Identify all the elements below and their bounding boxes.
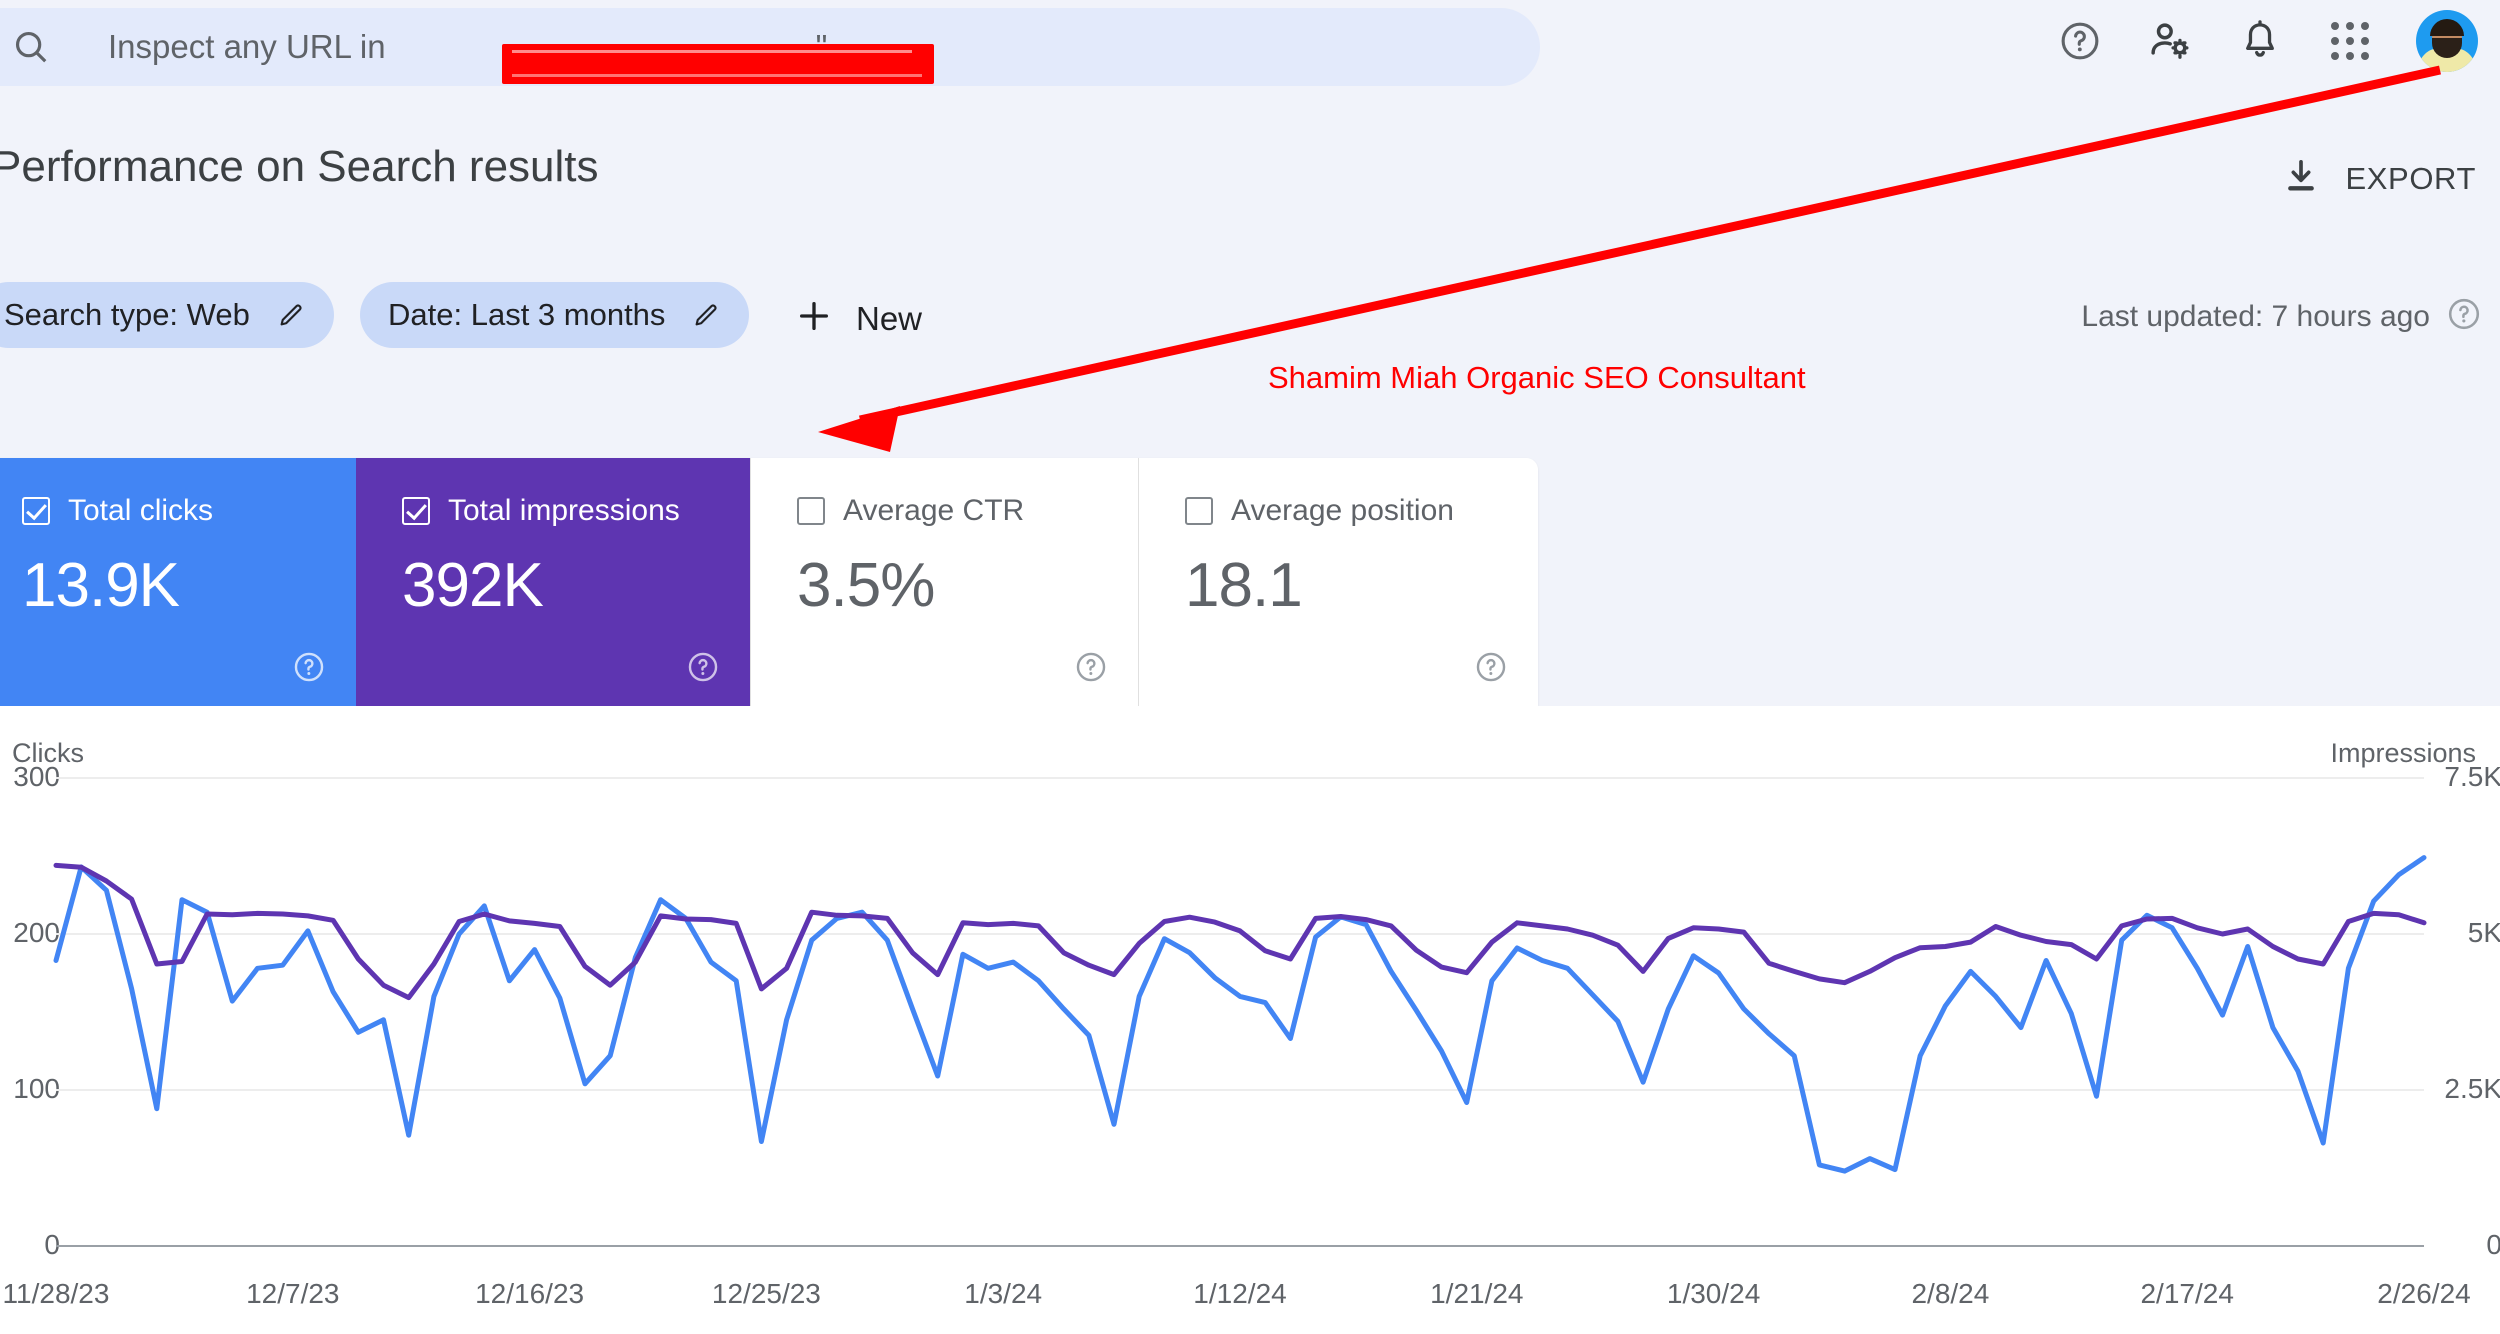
metric-card-total-clicks[interactable]: Total clicks 13.9K: [0, 458, 356, 706]
filter-chip-search-type-label: Search type: Web: [4, 297, 250, 332]
top-app-bar: Inspect any URL in": [0, 0, 2500, 92]
metric-value: 13.9K: [22, 551, 180, 620]
metric-card-header: Total impressions: [402, 494, 750, 528]
download-icon: [2281, 156, 2321, 201]
page-title: Performance on Search results: [0, 142, 599, 191]
metric-card-header: Total clicks: [22, 494, 356, 528]
pencil-icon[interactable]: [691, 300, 721, 330]
checkbox-total-impressions[interactable]: [402, 497, 430, 525]
help-icon[interactable]: [292, 650, 326, 684]
chart-plot-area[interactable]: [0, 706, 2500, 1334]
url-inspection-search-bar[interactable]: Inspect any URL in": [0, 8, 1540, 86]
redacted-url: [502, 44, 934, 84]
metric-value: 3.5%: [797, 551, 935, 620]
add-new-filter-button[interactable]: New: [780, 286, 936, 351]
help-icon[interactable]: [686, 650, 720, 684]
metric-label: Average CTR: [843, 494, 1025, 527]
help-icon[interactable]: [2446, 296, 2482, 337]
metric-label: Average position: [1231, 494, 1454, 527]
metric-label: Total impressions: [448, 494, 680, 527]
metric-card-total-impressions[interactable]: Total impressions 392K: [356, 458, 750, 706]
pencil-icon[interactable]: [276, 300, 306, 330]
search-icon: [12, 28, 50, 66]
search-input[interactable]: Inspect any URL in": [108, 28, 934, 84]
help-icon[interactable]: [1074, 650, 1108, 684]
filter-chip-date-label: Date: Last 3 months: [388, 297, 666, 332]
chart-series-impressions: [53, 862, 2427, 1001]
metric-card-average-ctr[interactable]: Average CTR 3.5%: [750, 458, 1138, 706]
metric-label: Total clicks: [68, 494, 214, 527]
performance-chart-panel: Clicks Impressions 300 200 100 0 7.5K 5K 2.5K…: [0, 706, 2500, 1334]
last-updated: Last updated: 7 hours ago: [2081, 296, 2482, 337]
export-label: EXPORT: [2345, 160, 2476, 196]
metric-value: 18.1: [1185, 551, 1303, 620]
user-settings-icon[interactable]: [2146, 17, 2194, 65]
filter-chip-search-type[interactable]: Search type: Web: [0, 282, 334, 348]
plus-icon: [794, 296, 834, 341]
metric-card-average-position[interactable]: Average position 18.1: [1138, 458, 1538, 706]
page-header: Performance on Search results EXPORT: [0, 132, 2500, 226]
filter-bar: Search type: Web Date: Last 3 months New…: [0, 282, 2500, 378]
annotation-label: Shamim Miah Organic SEO Consultant: [1268, 360, 1806, 395]
metric-card-header: Average CTR: [797, 494, 1138, 528]
export-button[interactable]: EXPORT: [2271, 148, 2486, 209]
checkbox-average-position[interactable]: [1185, 497, 1213, 525]
avatar[interactable]: [2416, 10, 2478, 72]
metric-card-header: Average position: [1185, 494, 1538, 528]
help-icon[interactable]: [1474, 650, 1508, 684]
header-actions: [2056, 10, 2478, 72]
add-new-filter-label: New: [856, 299, 923, 337]
checkbox-average-ctr[interactable]: [797, 497, 825, 525]
help-icon[interactable]: [2056, 17, 2104, 65]
metric-cards: Total clicks 13.9K Total impressions 392…: [0, 458, 1538, 706]
metric-value: 392K: [402, 551, 544, 620]
checkbox-total-clicks[interactable]: [22, 497, 50, 525]
notifications-bell-icon[interactable]: [2236, 17, 2284, 65]
chart-series-clicks: [53, 855, 2427, 1174]
apps-grid-icon[interactable]: [2326, 17, 2374, 65]
search-placeholder-text: Inspect any URL in: [108, 28, 386, 65]
avatar-hair: [2430, 19, 2464, 36]
filter-chip-date[interactable]: Date: Last 3 months: [360, 282, 750, 348]
last-updated-label: Last updated: 7 hours ago: [2081, 299, 2430, 333]
